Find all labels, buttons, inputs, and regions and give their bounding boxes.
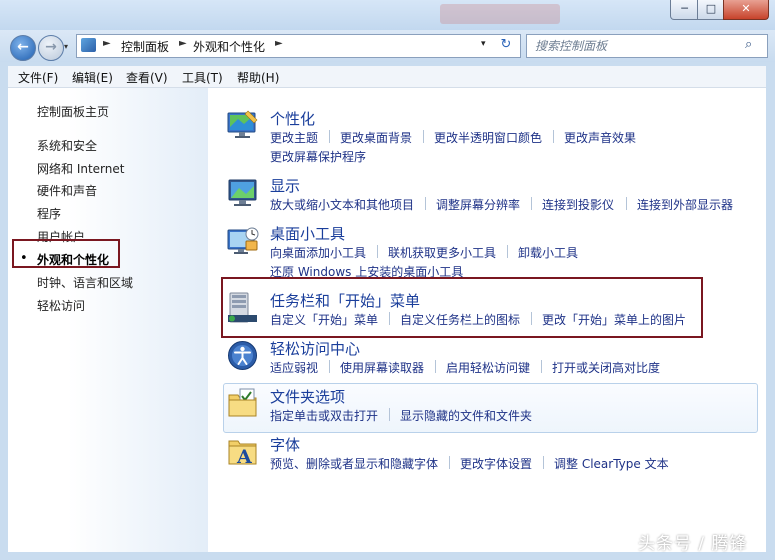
breadcrumb-control-panel[interactable]: 控制面板: [121, 38, 169, 55]
link-screen-resolution[interactable]: 调整屏幕分辨率: [436, 196, 520, 213]
link-connect-projector[interactable]: 连接到投影仪: [542, 196, 614, 213]
annotation-highlight-box: [221, 277, 703, 338]
link-adjust-cleartype[interactable]: 调整 ClearType 文本: [554, 455, 669, 472]
minimize-button[interactable]: ─: [670, 0, 699, 20]
close-button[interactable]: ✕: [723, 0, 769, 20]
link-low-vision[interactable]: 适应弱视: [270, 359, 318, 376]
maximize-button[interactable]: □: [697, 0, 725, 20]
link-single-double-click[interactable]: 指定单击或双击打开: [270, 407, 378, 424]
link-add-gadgets[interactable]: 向桌面添加小工具: [270, 244, 366, 261]
link-text-size[interactable]: 放大或缩小文本和其他项目: [270, 196, 414, 213]
link-change-theme[interactable]: 更改主题: [270, 129, 318, 146]
back-button[interactable]: ←: [10, 35, 36, 61]
breadcrumb-chevron[interactable]: ►: [275, 38, 283, 49]
folder-options-icon[interactable]: [226, 387, 259, 420]
link-get-more-gadgets[interactable]: 联机获取更多小工具: [388, 244, 496, 261]
address-dropdown[interactable]: ▾: [481, 39, 486, 49]
link-preview-fonts[interactable]: 预览、删除或者显示和隐藏字体: [270, 455, 438, 472]
link-change-window-color[interactable]: 更改半透明窗口颜色: [434, 129, 542, 146]
refresh-icon: ↻: [500, 37, 512, 52]
search-input[interactable]: [533, 37, 737, 55]
control-panel-icon: [81, 38, 96, 52]
menu-bar: 文件(F) 编辑(E) 查看(V) 工具(T) 帮助(H): [8, 66, 766, 88]
link-uninstall-gadget[interactable]: 卸载小工具: [518, 244, 578, 261]
display-icon[interactable]: [226, 176, 259, 209]
menu-view[interactable]: 查看(V): [126, 69, 168, 86]
refresh-button[interactable]: ↻: [495, 36, 517, 54]
menu-tools[interactable]: 工具(T): [182, 69, 223, 86]
link-change-sound-effects[interactable]: 更改声音效果: [564, 129, 636, 146]
link-screen-reader[interactable]: 使用屏幕读取器: [340, 359, 424, 376]
category-title-gadgets[interactable]: 桌面小工具: [270, 223, 345, 244]
left-nav-network[interactable]: 网络和 Internet: [37, 160, 124, 177]
breadcrumb-chevron[interactable]: ►: [179, 38, 187, 49]
personalization-icon[interactable]: [226, 109, 259, 142]
recent-pages-dropdown[interactable]: ▾: [64, 42, 68, 51]
search-box[interactable]: ⌕: [526, 34, 768, 58]
category-title-folder-options[interactable]: 文件夹选项: [270, 386, 345, 407]
left-nav-system-security[interactable]: 系统和安全: [37, 137, 97, 154]
annotation-highlight-box: [12, 239, 120, 268]
category-title-fonts[interactable]: 字体: [270, 434, 300, 455]
menu-help[interactable]: 帮助(H): [237, 69, 279, 86]
watermark: 头条号 / 腾锋: [638, 534, 748, 554]
search-icon[interactable]: ⌕: [745, 37, 752, 52]
arrow-left-icon: ←: [17, 39, 29, 55]
title-bar: [0, 0, 775, 30]
address-bar[interactable]: ► 控制面板 ► 外观和个性化 ► ▾: [76, 34, 521, 58]
link-accessibility-keys[interactable]: 启用轻松访问键: [446, 359, 530, 376]
link-change-font-settings[interactable]: 更改字体设置: [460, 455, 532, 472]
breadcrumb-appearance[interactable]: 外观和个性化: [193, 38, 265, 55]
gadgets-icon[interactable]: [226, 224, 259, 257]
background-window-tab: [440, 4, 560, 24]
forward-button[interactable]: →: [38, 35, 64, 61]
left-nav-ease-of-access[interactable]: 轻松访问: [37, 297, 85, 314]
link-high-contrast[interactable]: 打开或关闭高对比度: [552, 359, 660, 376]
left-nav-clock-language-region[interactable]: 时钟、语言和区域: [37, 274, 133, 291]
link-show-hidden-files[interactable]: 显示隐藏的文件和文件夹: [400, 407, 532, 424]
breadcrumb-chevron[interactable]: ►: [103, 38, 111, 49]
category-title-ease-of-access[interactable]: 轻松访问中心: [270, 338, 360, 359]
menu-edit[interactable]: 编辑(E): [72, 69, 113, 86]
link-change-screensaver[interactable]: 更改屏幕保护程序: [270, 148, 366, 165]
category-title-personalization[interactable]: 个性化: [270, 108, 315, 129]
link-change-desktop-background[interactable]: 更改桌面背景: [340, 129, 412, 146]
ease-of-access-icon[interactable]: [226, 339, 259, 372]
arrow-right-icon: →: [45, 39, 57, 55]
left-nav-hardware-sound[interactable]: 硬件和声音: [37, 182, 97, 199]
svg-text:A: A: [236, 446, 252, 468]
left-nav-control-panel-home[interactable]: 控制面板主页: [37, 103, 109, 120]
fonts-icon[interactable]: A: [226, 435, 259, 468]
left-navigation-pane: [8, 88, 208, 552]
link-external-display[interactable]: 连接到外部显示器: [637, 196, 733, 213]
menu-file[interactable]: 文件(F): [18, 69, 58, 86]
category-title-display[interactable]: 显示: [270, 175, 300, 196]
left-nav-programs[interactable]: 程序: [37, 205, 61, 222]
